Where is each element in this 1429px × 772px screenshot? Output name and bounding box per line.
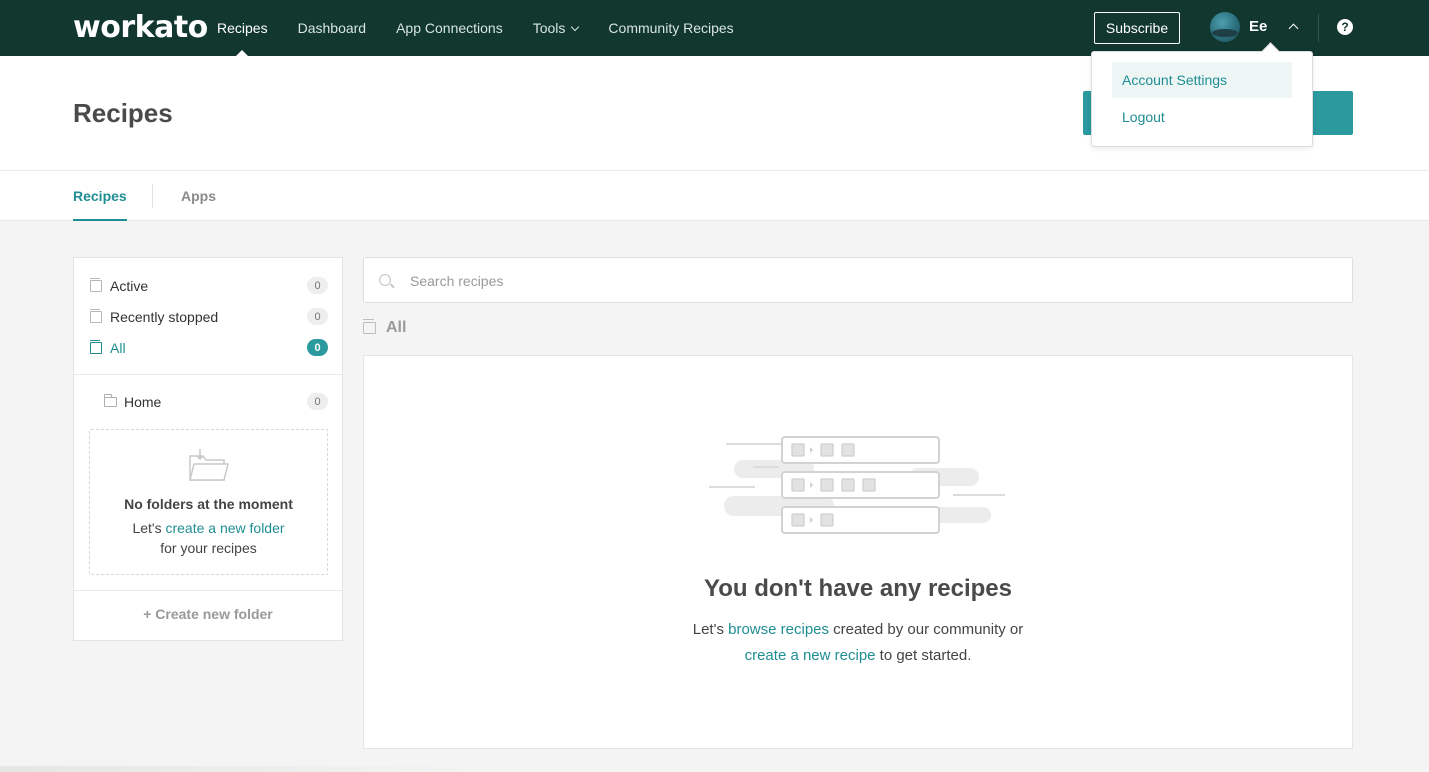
tab-apps[interactable]: Apps <box>181 188 216 204</box>
tab-divider <box>152 184 153 208</box>
avatar[interactable] <box>1210 12 1240 42</box>
create-new-folder-link[interactable]: create a new folder <box>165 520 284 536</box>
folder-home[interactable]: Home 0 <box>104 392 328 412</box>
user-menu-dropdown: Account Settings Logout <box>1091 51 1313 147</box>
nav-item-tools[interactable]: Tools <box>532 0 580 56</box>
list-title: All <box>363 319 406 337</box>
top-nav: workato Recipes Dashboard App Connection… <box>0 0 1429 56</box>
browse-recipes-link[interactable]: browse recipes <box>728 621 829 638</box>
empty-folders-text: Let's create a new folder <box>90 520 327 536</box>
empty-state-line-1: Let's browse recipes created by our comm… <box>364 621 1352 638</box>
empty-state-suffix-2: to get started. <box>875 647 972 664</box>
empty-folders-prefix: Let's <box>132 520 166 536</box>
nav-item-dashboard[interactable]: Dashboard <box>298 0 367 56</box>
search-box <box>363 257 1353 303</box>
chevron-down-icon <box>571 22 580 31</box>
create-new-folder-button[interactable]: + Create new folder <box>74 606 342 622</box>
nav-item-tools-label: Tools <box>532 20 566 36</box>
recipe-sidebar: Active 0 Recently stopped 0 All 0 Home 0… <box>73 257 343 641</box>
filter-label: All <box>110 340 126 356</box>
create-new-recipe-link[interactable]: create a new recipe <box>745 647 876 664</box>
filter-label: Recently stopped <box>110 309 219 325</box>
divider <box>74 590 342 591</box>
empty-folders-text-2: for your recipes <box>160 540 257 556</box>
subscribe-button[interactable]: Subscribe <box>1094 12 1180 44</box>
divider <box>74 374 342 375</box>
list-title-text: All <box>386 319 407 336</box>
folder-download-icon <box>189 449 229 481</box>
count-badge: 0 <box>307 277 328 294</box>
tab-recipes[interactable]: Recipes <box>73 188 127 221</box>
account-settings-menu-item[interactable]: Account Settings <box>1112 62 1292 98</box>
count-badge: 0 <box>307 393 328 410</box>
search-icon <box>379 274 391 286</box>
nav-item-recipes[interactable]: Recipes <box>217 0 268 56</box>
count-badge: 0 <box>307 339 328 356</box>
search-input[interactable] <box>410 270 1310 292</box>
recipe-stack-icon <box>90 340 102 354</box>
chevron-up-icon[interactable] <box>1288 23 1299 34</box>
nav-item-app-connections[interactable]: App Connections <box>396 0 503 56</box>
empty-recipes-illustration <box>709 436 1005 534</box>
filter-recently-stopped[interactable]: Recently stopped 0 <box>90 307 328 327</box>
recipe-stack-icon <box>363 319 376 334</box>
bottom-shadow <box>0 766 480 772</box>
filter-active[interactable]: Active 0 <box>90 276 328 296</box>
recipe-stack-icon <box>90 309 102 323</box>
empty-folders-box: No folders at the moment Let's create a … <box>89 429 328 575</box>
empty-state-title: You don't have any recipes <box>703 575 1012 602</box>
tab-bar: Recipes Apps <box>0 171 1429 221</box>
count-badge: 0 <box>307 308 328 325</box>
workato-logo[interactable]: workato <box>73 10 208 45</box>
empty-folders-title: No folders at the moment <box>124 496 293 512</box>
folder-label: Home <box>124 394 162 410</box>
nav-divider <box>1318 14 1319 42</box>
folder-icon <box>104 394 117 407</box>
empty-state-suffix: created by our community or <box>829 621 1024 638</box>
recipes-empty-panel: You don't have any recipes Let's browse … <box>363 355 1353 749</box>
empty-state-prefix: Let's <box>692 621 729 638</box>
main-nav: Recipes Dashboard App Connections Tools … <box>217 0 734 56</box>
empty-state-line-2: create a new recipe to get started. <box>364 647 1352 664</box>
recipe-stack-icon <box>90 278 102 292</box>
filter-label: Active <box>110 278 149 294</box>
help-icon[interactable]: ? <box>1337 19 1353 35</box>
logout-menu-item[interactable]: Logout <box>1112 99 1292 135</box>
nav-item-community-recipes[interactable]: Community Recipes <box>608 0 733 56</box>
page-title: Recipes <box>73 98 173 128</box>
filter-all[interactable]: All 0 <box>90 338 328 358</box>
user-name[interactable]: Ee <box>1249 18 1267 35</box>
